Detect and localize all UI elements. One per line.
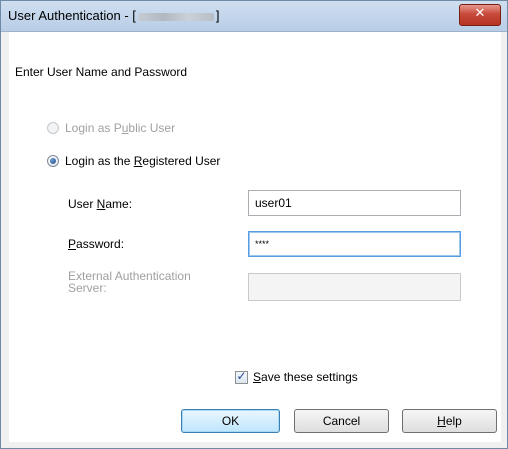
password-label: Password:: [68, 237, 124, 251]
save-settings-label: Save these settings: [253, 370, 358, 384]
username-label: User Name:: [68, 197, 132, 211]
dialog-content: Enter User Name and Password Login as Pu…: [9, 32, 501, 442]
save-settings-label-mnemonic: S: [253, 370, 262, 384]
close-button[interactable]: ✕: [459, 4, 501, 26]
external-server-label: External Authentication Server:: [68, 270, 191, 294]
external-server-select[interactable]: [248, 273, 461, 301]
save-settings-checkbox[interactable]: ✓: [235, 369, 248, 384]
user-authentication-dialog: User Authentication - [] ✕ Enter User Na…: [0, 0, 508, 449]
help-button-label-mnemonic: H: [437, 414, 446, 428]
password-label-post: assword:: [76, 237, 125, 251]
registered-user-label-post: egistered User: [142, 154, 221, 168]
help-button[interactable]: Help: [402, 409, 497, 433]
title-bar[interactable]: User Authentication - [] ✕: [1, 1, 507, 32]
window-title-prefix: User Authentication - [: [8, 8, 136, 23]
prompt-text: Enter User Name and Password: [15, 65, 188, 79]
public-user-label-post: blic User: [128, 121, 176, 135]
checkmark-icon: ✓: [236, 369, 247, 383]
username-label-post: ame:: [105, 197, 133, 211]
external-server-label-line2: Server:: [68, 281, 107, 295]
username-input[interactable]: [248, 190, 461, 216]
redacted-address: [137, 12, 214, 21]
window-title-suffix: ]: [215, 8, 220, 23]
registered-user-radio[interactable]: [47, 155, 59, 167]
ok-button[interactable]: OK: [181, 409, 280, 433]
password-input[interactable]: [248, 231, 461, 257]
public-user-label: Login as Public User: [65, 121, 175, 135]
username-label-pre: User: [68, 197, 97, 211]
public-user-label-pre: Login as P: [65, 121, 122, 135]
password-label-mnemonic: P: [68, 237, 77, 251]
help-button-label-post: elp: [445, 414, 462, 428]
registered-user-label-pre: Login as the: [65, 154, 134, 168]
window-title: User Authentication - []: [8, 8, 220, 23]
cancel-button[interactable]: Cancel: [294, 409, 389, 433]
close-icon: ✕: [474, 6, 486, 21]
radio-selected-dot: [50, 158, 56, 164]
save-settings-label-post: ave these settings: [261, 370, 358, 384]
public-user-radio[interactable]: [47, 122, 59, 134]
registered-user-label: Login as the Registered User: [65, 154, 220, 168]
